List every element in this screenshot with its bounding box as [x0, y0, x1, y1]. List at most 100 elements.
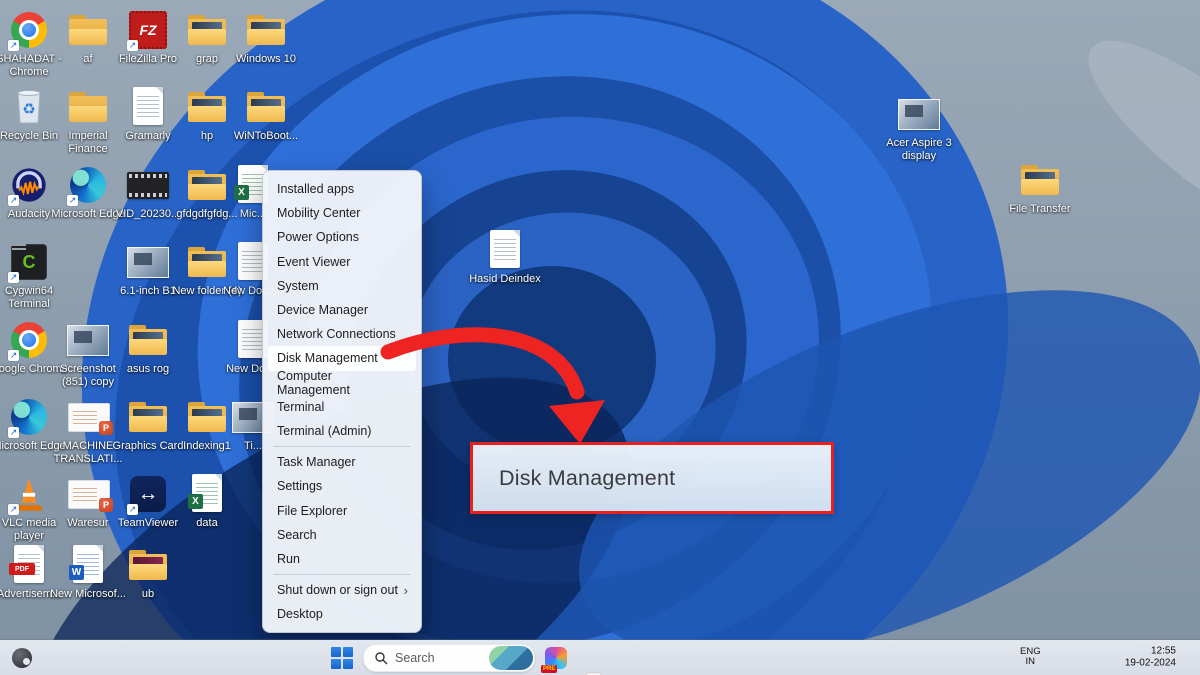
- ppt-icon-part: P: [68, 403, 113, 435]
- doc-icon: [126, 85, 170, 129]
- menu-item-terminal[interactable]: Terminal: [268, 395, 416, 419]
- start-logo-pane: [343, 646, 353, 657]
- desktop-icon-acer-aspire-3-display[interactable]: Acer Aspire 3 display: [883, 92, 955, 163]
- pdf-icon-part: PDF: [9, 563, 35, 575]
- doc-icon-part: [513, 230, 520, 237]
- menu-item-label: Event Viewer: [277, 254, 351, 269]
- video-icon-part: [127, 171, 169, 199]
- desktop-icon-asus-rog[interactable]: asus rog: [112, 318, 184, 376]
- folder-media-icon-part: [129, 339, 167, 355]
- cygwin-icon: C ↗: [7, 240, 51, 284]
- desktop-icon-data[interactable]: Xdata: [171, 472, 243, 530]
- doc-icon-part: [242, 326, 264, 353]
- desktop-icon-label: Acer Aspire 3 display: [886, 137, 952, 162]
- word-icon-part: W: [69, 545, 103, 583]
- shortcut-arrow-icon: ↗: [8, 427, 19, 438]
- edge-icon: ↗: [66, 163, 110, 207]
- menu-item-event-viewer[interactable]: Event Viewer: [268, 250, 416, 274]
- chevron-right-icon: ›: [403, 582, 408, 598]
- menu-item-installed-apps[interactable]: Installed apps: [268, 177, 416, 201]
- desktop-icon-windows-10[interactable]: Windows 10: [230, 8, 302, 66]
- search-icon: [375, 651, 388, 664]
- menu-item-device-manager[interactable]: Device Manager: [268, 298, 416, 322]
- desktop-icon-label: Windows 10: [236, 53, 296, 65]
- taskbar-corner-logo: [12, 647, 32, 668]
- menu-item-shut-down-or-sign-out[interactable]: Shut down or sign out ›: [268, 578, 416, 602]
- word-icon: W: [66, 543, 110, 587]
- menu-item-terminal-admin[interactable]: Terminal (Admin): [268, 419, 416, 443]
- folder-media-icon-part: [188, 106, 226, 122]
- menu-item-file-explorer[interactable]: File Explorer: [268, 498, 416, 522]
- menu-item-computer-management[interactable]: Computer Management: [268, 368, 416, 397]
- vlc-icon: ↗: [7, 472, 51, 516]
- pdf-icon-part: [37, 545, 44, 552]
- clock-date: 19-02-2024: [1124, 657, 1176, 669]
- shortcut-arrow-icon: ↗: [8, 40, 19, 51]
- language-indicator[interactable]: ENG IN: [1020, 646, 1041, 669]
- chrome-icon: ↗: [7, 318, 51, 362]
- edge-icon: ↗: [7, 395, 51, 439]
- photo-icon: [66, 318, 110, 362]
- start-logo-pane: [331, 658, 341, 669]
- menu-item-label: Search: [277, 527, 317, 542]
- desktop-icon-hasid-deindex[interactable]: Hasid Deindex: [469, 228, 541, 286]
- menu-item-network-connections[interactable]: Network Connections: [268, 322, 416, 346]
- ppt-icon-part: [73, 408, 97, 427]
- search-input[interactable]: Search: [363, 643, 535, 672]
- doc-icon-part: [137, 93, 159, 120]
- shortcut-arrow-icon: ↗: [127, 40, 138, 51]
- start-button[interactable]: [331, 646, 353, 669]
- folder-icon-part: [69, 106, 107, 122]
- ppt-icon: P: [66, 472, 113, 516]
- vlc-icon-part: [22, 492, 36, 497]
- photo-icon: [897, 92, 941, 136]
- folder-media-icon: [126, 395, 170, 439]
- copilot-button[interactable]: PRE: [541, 645, 569, 673]
- desktop-icon-label: data: [196, 517, 218, 529]
- disk-management-callout: Disk Management: [470, 442, 834, 514]
- menu-item-settings[interactable]: Settings: [268, 474, 416, 498]
- desktop-icon-ub[interactable]: ub: [112, 543, 184, 601]
- menu-item-mobility-center[interactable]: Mobility Center: [268, 201, 416, 225]
- shortcut-arrow-icon: ↗: [8, 504, 19, 515]
- task-view-button[interactable]: [577, 671, 603, 675]
- clock[interactable]: 12:55 19-02-2024: [1112, 645, 1176, 670]
- menu-item-label: System: [277, 278, 319, 293]
- menu-item-label: File Explorer: [277, 503, 348, 518]
- recycle-icon-part: [17, 90, 41, 96]
- language-line2: IN: [1025, 656, 1036, 668]
- menu-item-desktop[interactable]: Desktop: [268, 602, 416, 626]
- doc-icon-part: [490, 230, 520, 268]
- ppt-icon-part: P: [99, 498, 113, 512]
- ppt-icon-part: P: [99, 421, 113, 435]
- search-placeholder: Search: [395, 650, 435, 665]
- menu-item-label: Device Manager: [277, 303, 369, 318]
- menu-item-power-options[interactable]: Power Options: [268, 225, 416, 249]
- menu-item-task-manager[interactable]: Task Manager: [268, 450, 416, 474]
- doc-icon-part: [156, 87, 163, 94]
- start-logo-pane: [331, 646, 341, 657]
- menu-item-disk-management[interactable]: Disk Management: [268, 346, 416, 371]
- vlc-icon-part: [15, 505, 43, 511]
- doc-icon: [483, 228, 527, 272]
- search-bing-image: [489, 645, 533, 670]
- folder-media-icon: [185, 85, 229, 129]
- desktop-icon-wintoboot[interactable]: WiNToBoot...: [230, 85, 302, 143]
- menu-item-run[interactable]: Run: [268, 547, 416, 571]
- folder-icon: [66, 8, 110, 52]
- recycle-icon-part: ♻: [22, 101, 35, 118]
- menu-item-system[interactable]: System: [268, 274, 416, 298]
- menu-item-label: Desktop: [277, 607, 323, 622]
- excel-icon-part: X: [234, 185, 249, 200]
- photo-icon-part: [898, 98, 940, 130]
- clock-time: 12:55: [1150, 645, 1176, 656]
- menu-item-label: Computer Management: [277, 368, 350, 397]
- excel-icon: X: [185, 472, 229, 516]
- vlc-icon-part: [21, 478, 37, 503]
- menu-item-search[interactable]: Search: [268, 523, 416, 547]
- desktop-icon-cygwin64-terminal[interactable]: C ↗ Cygwin64 Terminal: [0, 240, 65, 311]
- doc-icon-part: [133, 87, 163, 125]
- recycle-icon-part: ♻: [17, 90, 41, 124]
- folder-media-icon-part: [1021, 179, 1059, 195]
- desktop-icon-file-transfer[interactable]: File Transfer: [1004, 158, 1076, 216]
